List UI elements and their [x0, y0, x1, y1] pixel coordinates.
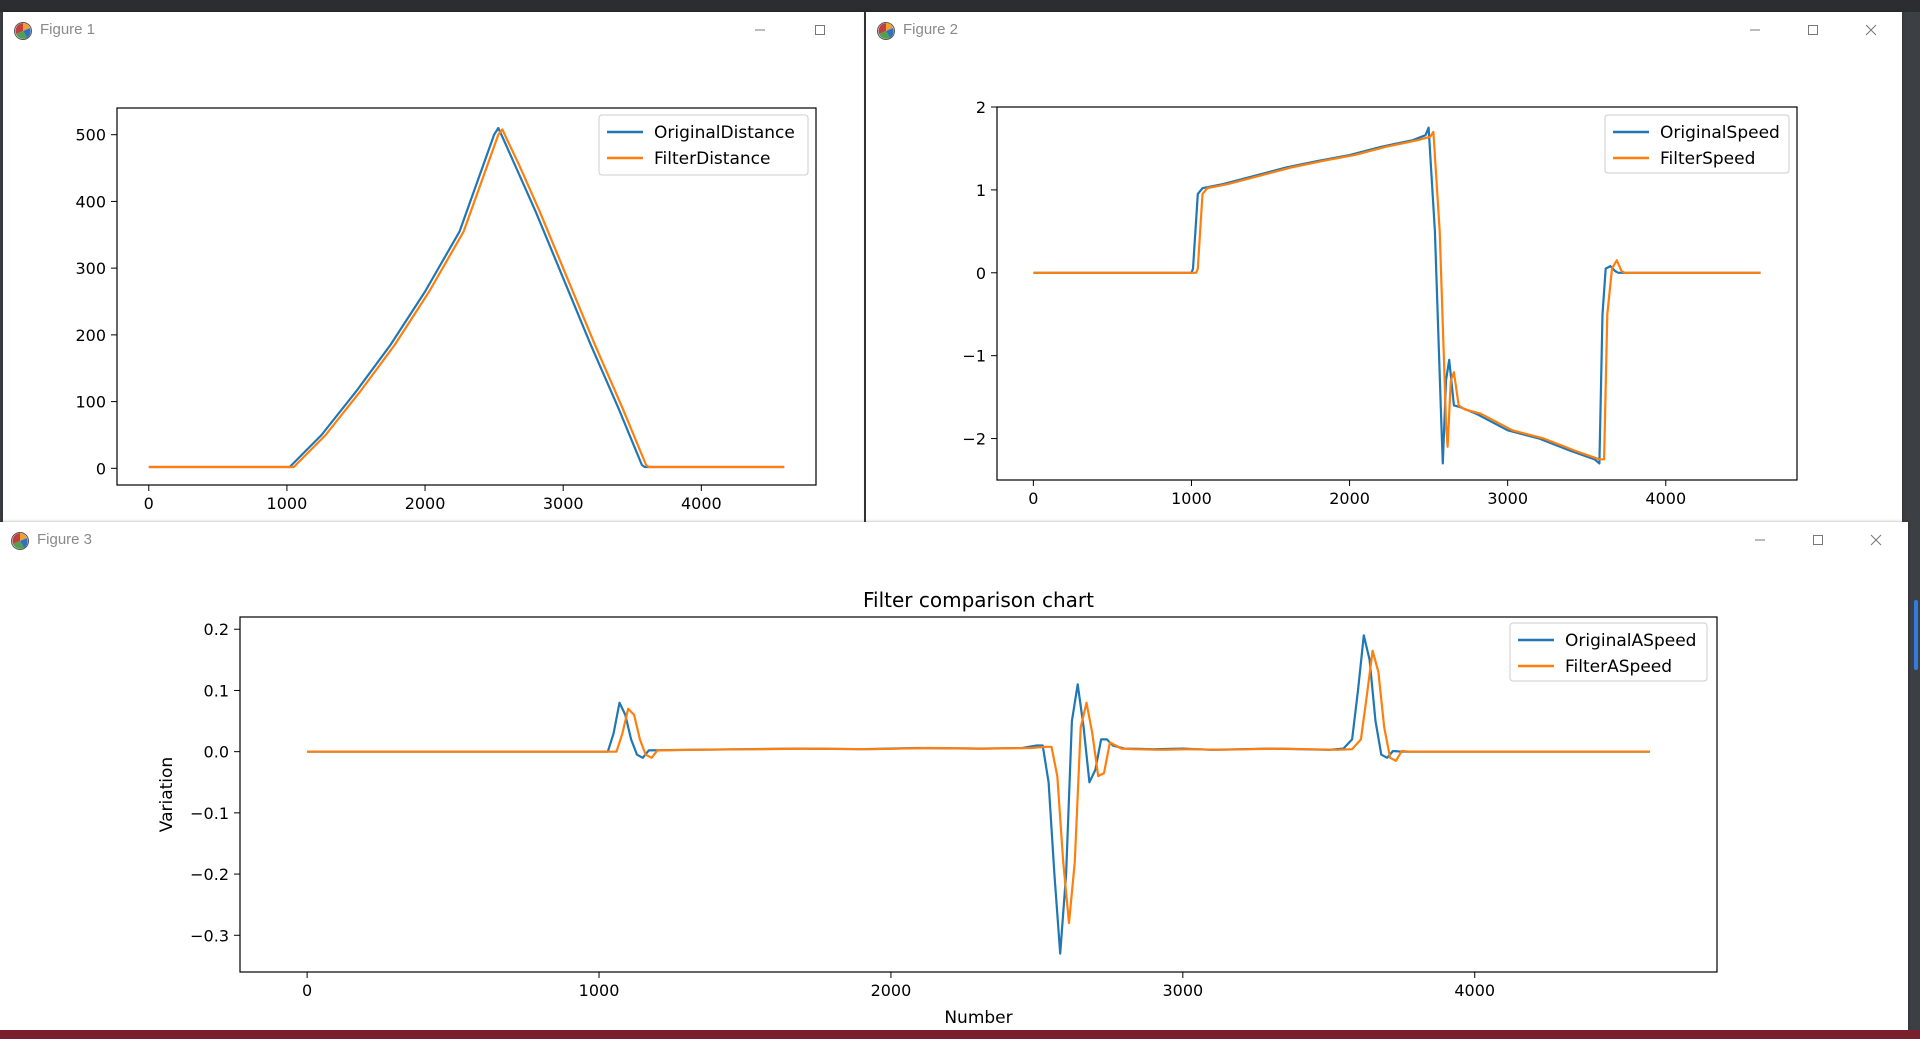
- x-tick-label: 2000: [1329, 489, 1370, 508]
- legend-label-2: FilterASpeed: [1565, 657, 1672, 677]
- x-tick-label: 3000: [1487, 489, 1528, 508]
- legend-label-2: FilterDistance: [654, 149, 770, 169]
- y-tick-label: 1: [976, 181, 986, 200]
- x-tick-label: 0: [144, 494, 154, 513]
- x-tick-label: 0: [302, 981, 312, 1000]
- figure-3-window[interactable]: Figure 3 Filter comparison chart 0 1000 200…: [0, 522, 1908, 1030]
- x-tick-label: 4000: [1454, 981, 1495, 1000]
- x-tick-label: 4000: [1645, 489, 1686, 508]
- y-tick-label: 0.1: [204, 681, 229, 700]
- figure-3-plot: Filter comparison chart 0 1000 2000 3000 4000…: [157, 588, 1718, 1028]
- desktop-scrollbar[interactable]: [1912, 600, 1920, 670]
- y-tick-label: 200: [75, 326, 106, 345]
- y-tick-label: 0: [976, 264, 986, 283]
- x-tick-label: 1000: [1171, 489, 1212, 508]
- y-tick-label: 500: [75, 126, 106, 145]
- y-tick-label: 0: [96, 459, 106, 478]
- y-axis-label: Variation: [157, 757, 177, 832]
- figure-1-window[interactable]: Figure 1 0 1000 2000 3000 4000 0 100 200 300 400 5…: [3, 12, 864, 522]
- y-tick-label: 0.2: [204, 620, 229, 639]
- axes-frame: [239, 616, 1718, 973]
- x-tick-label: 3000: [1162, 981, 1203, 1000]
- series-line-1: [148, 126, 785, 469]
- x-tick-label: 2000: [405, 494, 446, 513]
- y-tick-label: −0.1: [190, 804, 229, 823]
- y-tick-label: 300: [75, 259, 106, 278]
- x-tick-label: 4000: [681, 494, 722, 513]
- x-tick-label: 1000: [267, 494, 308, 513]
- y-tick-label: 100: [75, 393, 106, 412]
- y-tick-label: −0.2: [190, 865, 229, 884]
- legend: OriginalSpeed FilterSpeed: [1604, 114, 1790, 174]
- y-tick-label: 2: [976, 98, 986, 117]
- chart-3: Filter comparison chart 0 1000 2000 3000 4000…: [157, 588, 1718, 1028]
- figure-1-plot: 0 1000 2000 3000 4000 0 100 200 300 400 500 Origina…: [75, 107, 817, 513]
- y-tick-label: −0.3: [190, 926, 229, 945]
- chart-1: 0 1000 2000 3000 4000 0 100 200 300 400 500 Origina…: [75, 107, 817, 513]
- scrollbar-thumb[interactable]: [1914, 600, 1918, 670]
- series-line-1: [307, 634, 1650, 955]
- x-axis-label: Number: [944, 1008, 1012, 1028]
- desktop-top-strip: [0, 0, 1920, 12]
- legend-label-1: OriginalDistance: [654, 123, 795, 143]
- series-line-1: [1033, 126, 1761, 465]
- x-tick-label: 1000: [579, 981, 620, 1000]
- legend: OriginalDistance FilterDistance: [598, 114, 809, 176]
- legend-label-2: FilterSpeed: [1660, 149, 1755, 169]
- x-tick-label: 2000: [871, 981, 912, 1000]
- x-tick-label: 0: [1028, 489, 1038, 508]
- figure-2-window[interactable]: Figure 2 0 1000 2000 3000 4000 −2 −1 0 1 2 Origina…: [866, 12, 1902, 522]
- legend-label-1: OriginalASpeed: [1565, 631, 1696, 651]
- series-line-2: [148, 128, 785, 469]
- y-tick-label: 400: [75, 192, 106, 211]
- chart-2: 0 1000 2000 3000 4000 −2 −1 0 1 2 OriginalSpeed Fil…: [962, 98, 1798, 508]
- x-tick-label: 3000: [543, 494, 584, 513]
- y-tick-label: 0.0: [204, 743, 229, 762]
- y-tick-label: −2: [962, 430, 986, 449]
- legend: OriginalASpeed FilterASpeed: [1509, 622, 1708, 682]
- series-line-2: [1033, 130, 1761, 461]
- chart-title: Filter comparison chart: [863, 588, 1094, 612]
- taskbar-strip: [0, 1030, 1920, 1039]
- figure-2-plot: 0 1000 2000 3000 4000 −2 −1 0 1 2 OriginalSpeed Fil…: [962, 98, 1798, 508]
- y-tick-label: −1: [962, 347, 986, 366]
- legend-label-1: OriginalSpeed: [1660, 123, 1780, 143]
- series-line-2: [307, 649, 1650, 925]
